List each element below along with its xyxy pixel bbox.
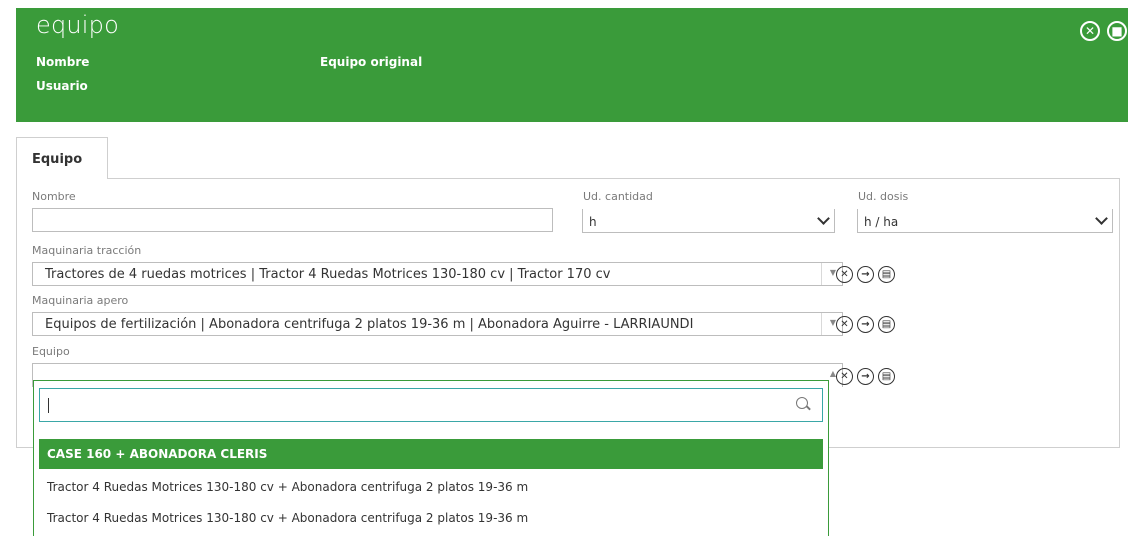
maquinaria-traccion-label: Maquinaria tracción (32, 244, 142, 257)
clear-icon[interactable]: ✕ (836, 368, 853, 385)
go-arrow-icon[interactable]: → (857, 316, 874, 333)
page-header: equipo Nombre Usuario Equipo original ✕ … (16, 8, 1128, 122)
apero-actions: ✕ → ▤ (836, 316, 895, 333)
name-label: Nombre (36, 55, 90, 69)
ud-cantidad-label: Ud. cantidad (583, 190, 653, 203)
ud-dosis-label: Ud. dosis (858, 190, 909, 203)
maquinaria-traccion-combo[interactable]: Tractores de 4 ruedas motrices | Tractor… (32, 262, 843, 286)
document-icon[interactable]: ▤ (878, 316, 895, 333)
text-caret (48, 398, 49, 413)
maquinaria-traccion-value: Tractores de 4 ruedas motrices | Tractor… (45, 267, 611, 282)
ud-dosis-value: h / ha (864, 215, 899, 229)
clear-icon[interactable]: ✕ (836, 316, 853, 333)
maquinaria-apero-combo[interactable]: Equipos de fertilización | Abonadora cen… (32, 312, 843, 336)
clear-icon[interactable]: ✕ (836, 266, 853, 283)
combo-divider (821, 263, 822, 285)
page-title: equipo (36, 11, 119, 39)
save-icon[interactable]: ■ (1107, 21, 1127, 41)
dropdown-option[interactable]: Tractor 4 Ruedas Motrices 130-180 cv + A… (39, 503, 823, 533)
document-icon[interactable]: ▤ (878, 266, 895, 283)
dropdown-option[interactable]: CASE 160 + ABONADORA CLERIS (39, 439, 823, 469)
ud-cantidad-select[interactable]: h (582, 209, 835, 233)
equipo-actions: ✕ → ▤ (836, 368, 895, 385)
traccion-actions: ✕ → ▤ (836, 266, 895, 283)
combo-divider (821, 313, 822, 335)
go-arrow-icon[interactable]: → (857, 368, 874, 385)
nombre-input[interactable] (32, 208, 553, 232)
chevron-down-icon (817, 212, 830, 225)
dropdown-option[interactable]: Tractor 4 Ruedas Motrices 130-180 cv + A… (39, 472, 823, 502)
document-icon[interactable]: ▤ (878, 368, 895, 385)
tab-equipo[interactable]: Equipo (16, 137, 108, 179)
equipo-dropdown: CASE 160 + ABONADORA CLERIS Tractor 4 Ru… (33, 380, 829, 536)
equipo-label: Equipo (32, 345, 70, 358)
chevron-down-icon (1095, 212, 1108, 225)
maquinaria-apero-value: Equipos de fertilización | Abonadora cen… (45, 317, 694, 332)
ud-dosis-select[interactable]: h / ha (857, 209, 1113, 233)
user-label: Usuario (36, 79, 88, 93)
original-equipment-label: Equipo original (320, 55, 423, 69)
maquinaria-apero-label: Maquinaria apero (32, 294, 129, 307)
ud-cantidad-value: h (589, 215, 597, 229)
close-icon[interactable]: ✕ (1080, 21, 1100, 41)
search-icon (796, 397, 808, 409)
nombre-label: Nombre (32, 190, 76, 203)
go-arrow-icon[interactable]: → (857, 266, 874, 283)
dropdown-search-input[interactable] (39, 388, 823, 422)
